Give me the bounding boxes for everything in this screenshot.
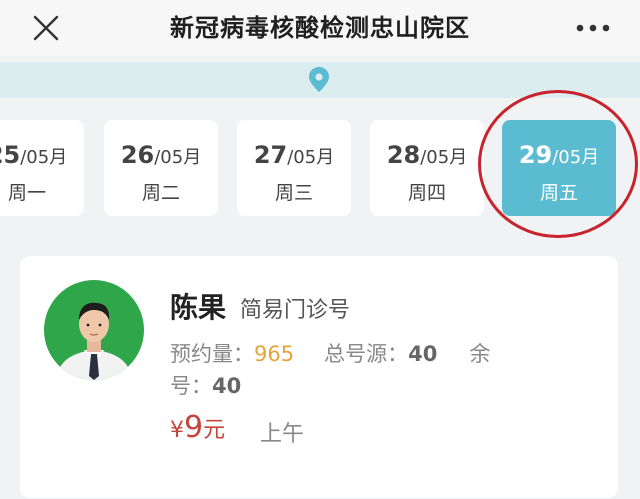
date-month: /05月	[287, 147, 335, 168]
price-unit: 元	[203, 418, 226, 443]
remaining-value: 40	[212, 374, 242, 398]
date-weekday: 周五	[539, 182, 578, 204]
location-pin-icon[interactable]	[306, 66, 332, 94]
date-month: /05月	[420, 147, 468, 168]
date-day: 27	[253, 141, 288, 169]
date-weekday: 周三	[274, 182, 313, 204]
more-icon	[576, 24, 610, 32]
date-month: /05月	[20, 147, 68, 168]
date-month: /05月	[552, 147, 600, 168]
price: ¥9元	[170, 410, 225, 445]
more-button[interactable]	[568, 10, 618, 46]
booked-label: 预约量：	[170, 342, 254, 366]
location-bar	[0, 62, 640, 98]
date-card-28[interactable]: 28/05月 周四	[370, 120, 484, 216]
doctor-card[interactable]: 陈果 简易门诊号 预约量：965 总号源：40 余 号：40 ¥9元 上午	[20, 256, 618, 498]
doctor-name: 陈果	[170, 291, 227, 324]
date-weekday: 周二	[141, 182, 180, 204]
page-title: 新冠病毒核酸检测忠山院区	[170, 14, 470, 42]
date-weekday: 周四	[407, 182, 446, 204]
date-card-26[interactable]: 26/05月 周二	[104, 120, 218, 216]
date-day: 26	[120, 141, 155, 169]
time-period: 上午	[260, 422, 305, 447]
close-icon	[33, 15, 59, 41]
remaining-label-2: 号：	[170, 374, 212, 398]
date-day: 29	[518, 141, 553, 169]
doctor-clinic-type: 简易门诊号	[240, 298, 351, 323]
remaining-label-1: 余	[469, 342, 491, 366]
date-card-25[interactable]: 25/05月 周一	[0, 120, 84, 216]
total-label: 总号源：	[324, 342, 409, 366]
booked-value: 965	[254, 342, 295, 366]
date-day: 25	[0, 141, 21, 169]
date-card-29-selected[interactable]: 29/05月 周五	[502, 120, 616, 216]
price-amount: 9	[184, 410, 204, 445]
doctor-avatar	[44, 280, 144, 380]
close-button[interactable]	[26, 8, 66, 48]
date-selector: 25/05月 周一 26/05月 周二 27/05月 周三 28/05月 周四 …	[0, 120, 640, 218]
total-value: 40	[408, 342, 438, 366]
title-bar: 新冠病毒核酸检测忠山院区	[0, 0, 640, 56]
date-weekday: 周一	[7, 182, 46, 204]
date-card-27[interactable]: 27/05月 周三	[237, 120, 351, 216]
price-symbol: ¥	[170, 418, 184, 443]
booking-stats: 预约量：965 总号源：40 余	[170, 338, 490, 368]
date-month: /05月	[154, 147, 202, 168]
date-day: 28	[386, 141, 421, 169]
remaining-stats: 号：40	[170, 370, 241, 400]
